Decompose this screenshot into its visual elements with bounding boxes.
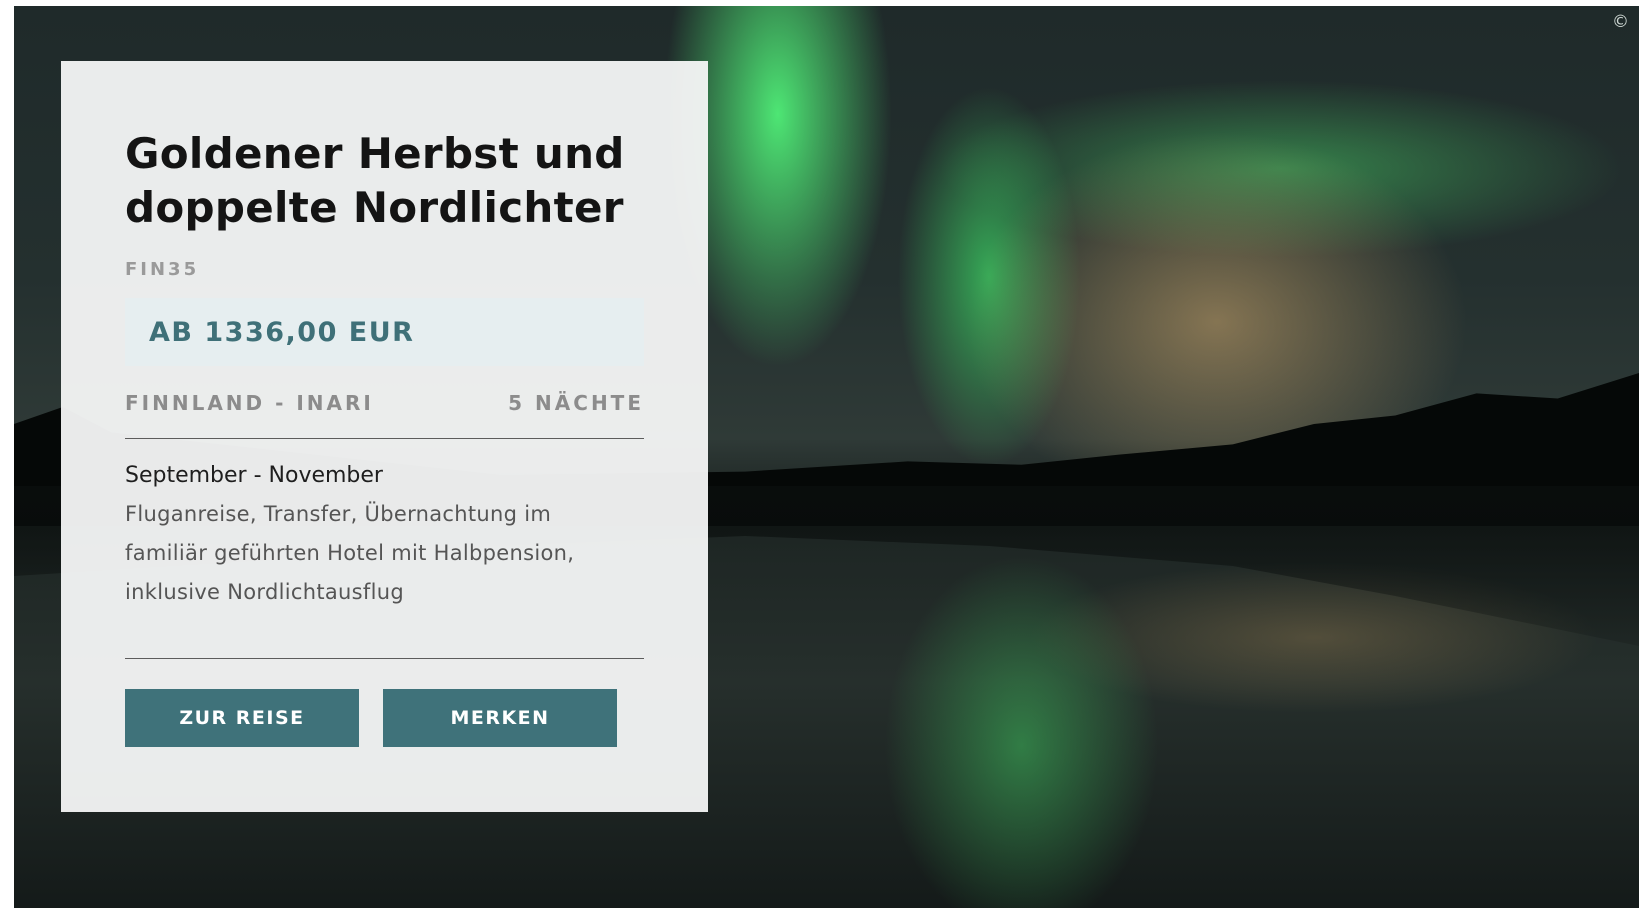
- price-label: AB 1336,00 EUR: [149, 316, 415, 348]
- trip-meta: FINNLAND - INARI 5 NÄCHTE: [125, 388, 644, 418]
- save-trip-button[interactable]: MERKEN: [383, 689, 617, 747]
- nights-label: 5 NÄCHTE: [508, 391, 644, 415]
- divider: [125, 658, 644, 659]
- trip-card: Goldener Herbst und doppelte Nordlichter…: [61, 61, 708, 812]
- price-box: AB 1336,00 EUR: [125, 298, 644, 366]
- season-label: September - November: [125, 463, 383, 488]
- copyright-icon[interactable]: ©: [1612, 12, 1629, 32]
- divider: [125, 438, 644, 439]
- to-trip-button[interactable]: ZUR REISE: [125, 689, 359, 747]
- trip-code: FIN35: [125, 259, 200, 280]
- button-row: ZUR REISE MERKEN: [125, 689, 644, 747]
- trip-description: Fluganreise, Transfer, Übernachtung im f…: [125, 502, 575, 604]
- destination-label: FINNLAND - INARI: [125, 391, 374, 415]
- trip-title: Goldener Herbst und doppelte Nordlichter: [125, 129, 625, 232]
